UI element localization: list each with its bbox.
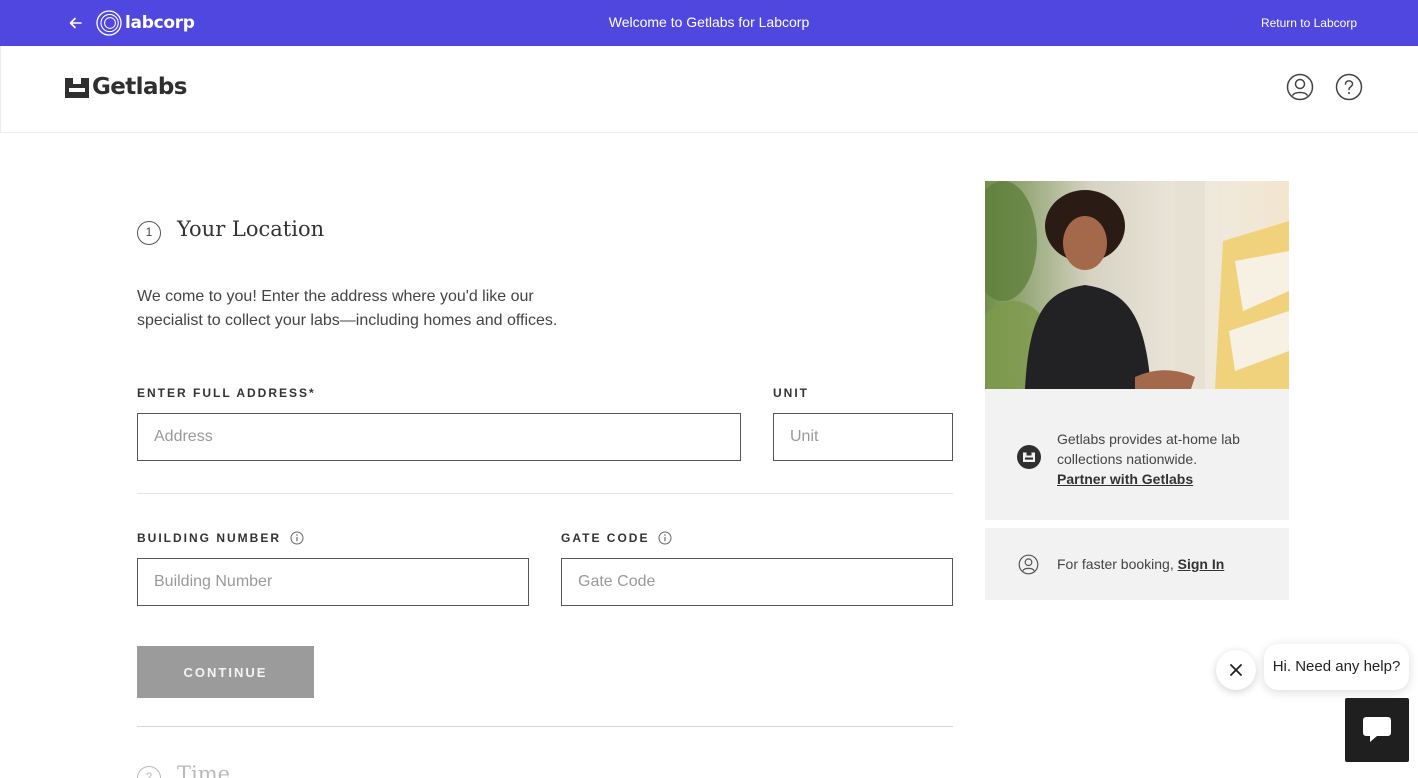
back-arrow-icon[interactable] — [66, 13, 86, 33]
info-card-description: Getlabs provides at-home lab collections… — [1057, 431, 1240, 467]
welcome-message: Welcome to Getlabs for Labcorp — [608, 14, 810, 30]
getlabs-wordmark: Getlabs — [92, 74, 187, 100]
getlabs-info-card: Getlabs provides at-home lab collections… — [985, 389, 1289, 520]
building-number-input[interactable] — [137, 558, 529, 606]
step-number-badge: 2 — [137, 766, 161, 778]
specialist-photo — [985, 181, 1289, 389]
address-label: ENTER FULL ADDRESS* — [137, 386, 316, 400]
help-icon[interactable] — [1335, 73, 1363, 101]
gate-code-input[interactable] — [561, 558, 953, 606]
site-header: Getlabs — [0, 46, 1418, 133]
address-input[interactable] — [137, 413, 741, 461]
sign-in-card: For faster booking, Sign In — [985, 528, 1289, 600]
info-icon[interactable] — [658, 531, 672, 545]
continue-button[interactable]: CONTINUE — [137, 646, 314, 698]
chat-launcher-button[interactable] — [1345, 698, 1409, 762]
sign-in-prefix: For faster booking, — [1057, 556, 1178, 572]
getlabs-logo[interactable]: Getlabs — [65, 74, 187, 100]
step-title: Your Location — [177, 217, 325, 241]
building-number-label: BUILDING NUMBER — [137, 531, 304, 545]
chat-icon — [1363, 717, 1391, 742]
gate-code-label: GATE CODE — [561, 531, 672, 545]
labcorp-logo[interactable]: labcorp — [96, 9, 195, 37]
getlabs-mark-icon — [65, 78, 89, 98]
sign-in-link[interactable]: Sign In — [1178, 556, 1225, 572]
labcorp-ring-icon — [96, 10, 122, 36]
labcorp-top-bar: labcorp Welcome to Getlabs for Labcorp R… — [0, 0, 1418, 46]
step-number-badge: 1 — [137, 221, 161, 245]
step-title[interactable]: Time — [177, 762, 230, 778]
info-icon[interactable] — [290, 531, 304, 545]
unit-label-text: UNIT — [773, 386, 809, 400]
section-divider — [137, 726, 953, 727]
unit-input[interactable] — [773, 413, 953, 461]
address-label-text: ENTER FULL ADDRESS* — [137, 386, 316, 400]
return-to-labcorp-link[interactable]: Return to Labcorp — [1261, 16, 1357, 30]
close-chat-button[interactable] — [1216, 650, 1256, 690]
close-icon — [1230, 664, 1242, 676]
unit-label: UNIT — [773, 386, 809, 400]
gate-code-label-text: GATE CODE — [561, 531, 650, 545]
getlabs-badge-icon — [1017, 445, 1041, 469]
chat-greeting-bubble[interactable]: Hi. Need any help? — [1264, 644, 1409, 690]
partner-with-getlabs-link[interactable]: Partner with Getlabs — [1057, 469, 1277, 489]
section-divider — [137, 493, 953, 494]
info-card-text: Getlabs provides at-home lab collections… — [1057, 429, 1277, 489]
building-number-label-text: BUILDING NUMBER — [137, 531, 281, 545]
user-icon — [1018, 554, 1039, 575]
labcorp-wordmark: labcorp — [125, 13, 195, 33]
user-account-icon[interactable] — [1286, 73, 1314, 101]
sign-in-prompt: For faster booking, Sign In — [1057, 556, 1224, 572]
intro-text: We come to you! Enter the address where … — [137, 288, 558, 329]
